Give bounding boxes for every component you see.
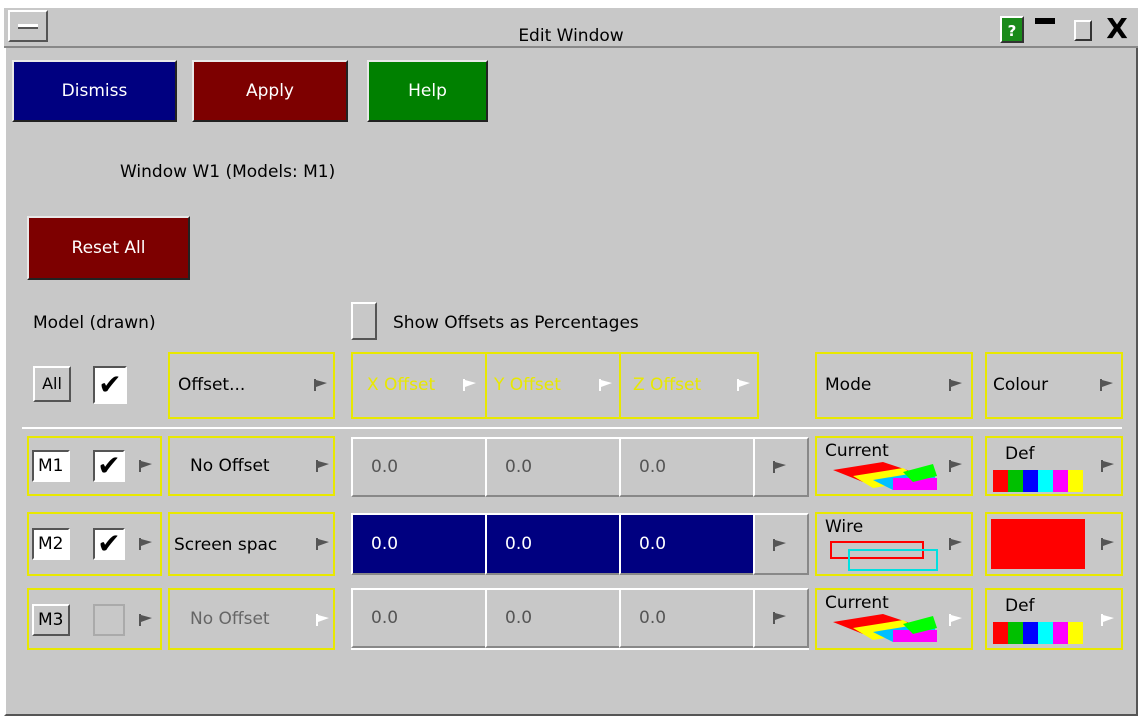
colour-swatch <box>993 622 1083 644</box>
model-row-m2-select[interactable]: M2 ✔ <box>27 512 162 576</box>
system-menu-button[interactable] <box>8 10 48 42</box>
model-name[interactable]: M1 <box>32 450 70 482</box>
mode-dropdown[interactable]: Wire <box>815 512 973 576</box>
x-offset-input[interactable]: 0.0 <box>351 437 487 497</box>
flag-arrow-icon <box>463 379 476 391</box>
show-offsets-toggle[interactable] <box>351 302 377 340</box>
flag-arrow-icon <box>314 379 327 391</box>
flag-arrow-icon <box>773 539 786 551</box>
title-bar: Edit Window <box>4 8 1138 48</box>
y-offset-input[interactable]: 0.0 <box>485 513 621 575</box>
flag-arrow-icon <box>599 379 612 391</box>
maximize-icon[interactable] <box>1068 16 1098 43</box>
offset-type-label: Offset... <box>178 375 246 395</box>
model-row-m3-select[interactable]: M3 <box>27 588 162 650</box>
model-name[interactable]: M3 <box>32 604 70 636</box>
model-drawn-checkbox[interactable]: ✔ <box>93 450 125 482</box>
flag-arrow-icon <box>139 538 152 550</box>
flag-arrow-icon <box>949 379 962 391</box>
all-models-button[interactable]: All <box>33 366 71 402</box>
colour-swatch <box>993 470 1083 492</box>
model-row-m1-select[interactable]: M1 ✔ <box>27 436 162 496</box>
flag-arrow-icon <box>1101 614 1114 626</box>
flag-arrow-icon <box>949 538 962 550</box>
model-drawn-checkbox[interactable] <box>93 604 125 636</box>
wire-mode-icon <box>830 541 938 571</box>
mode-value: Wire <box>825 517 864 537</box>
close-icon[interactable]: X <box>1102 14 1132 44</box>
colour-value: Def <box>1005 596 1035 616</box>
row-underline <box>351 648 809 650</box>
mode-dropdown[interactable]: Current <box>815 588 973 650</box>
offset-type-value: No Offset <box>190 609 270 629</box>
flag-arrow-icon <box>316 460 329 472</box>
flag-arrow-icon <box>139 614 152 626</box>
flag-arrow-icon <box>316 614 329 626</box>
x-offset-header[interactable]: X Offset <box>351 352 487 419</box>
x-offset-input[interactable]: 0.0 <box>351 513 487 575</box>
colour-dropdown[interactable] <box>985 512 1123 576</box>
flag-arrow-icon <box>773 612 786 624</box>
x-offset-input[interactable]: 0.0 <box>351 588 487 648</box>
header-separator <box>22 427 1122 429</box>
flag-arrow-icon <box>1101 460 1114 472</box>
offset-type-menu[interactable]: Offset... <box>168 352 335 419</box>
flag-arrow-icon <box>1100 379 1113 391</box>
z-offset-input[interactable]: 0.0 <box>619 588 755 648</box>
offset-type-dropdown[interactable]: No Offset <box>168 436 335 496</box>
all-models-checkbox[interactable]: ✔ <box>93 366 127 404</box>
minimize-icon[interactable] <box>1030 16 1060 43</box>
y-offset-input[interactable]: 0.0 <box>485 437 621 497</box>
show-offsets-label: Show Offsets as Percentages <box>393 313 639 333</box>
model-name[interactable]: M2 <box>32 528 70 560</box>
offset-menu-cell[interactable] <box>753 588 809 648</box>
mode-value: Current <box>825 441 889 461</box>
colour-header-label: Colour <box>993 375 1049 395</box>
z-offset-input[interactable]: 0.0 <box>619 513 755 575</box>
model-drawn-checkbox[interactable]: ✔ <box>93 528 125 560</box>
offset-type-dropdown[interactable]: Screen spac <box>168 512 335 576</box>
z-offset-header-label: Z Offset <box>633 375 702 395</box>
offset-type-dropdown[interactable]: No Offset <box>168 588 335 650</box>
offset-menu-cell[interactable] <box>753 513 809 575</box>
z-offset-input[interactable]: 0.0 <box>619 437 755 497</box>
help-button[interactable]: Help <box>367 60 488 122</box>
offset-menu-cell[interactable] <box>753 437 809 497</box>
flag-arrow-icon <box>139 460 152 472</box>
mode-dropdown[interactable]: Current <box>815 436 973 496</box>
mode-value: Current <box>825 593 889 613</box>
window-title: Edit Window <box>518 26 624 46</box>
reset-all-button[interactable]: Reset All <box>27 216 190 280</box>
y-offset-header-label: Y Offset <box>494 375 561 395</box>
y-offset-input[interactable]: 0.0 <box>485 588 621 648</box>
window-info-label: Window W1 (Models: M1) <box>120 162 336 182</box>
flag-arrow-icon <box>1101 538 1114 550</box>
offset-type-value: No Offset <box>190 456 270 476</box>
model-drawn-label: Model (drawn) <box>33 313 156 333</box>
mode-header-menu[interactable]: Mode <box>815 352 973 419</box>
dismiss-button[interactable]: Dismiss <box>12 60 177 122</box>
current-mode-icon <box>833 462 937 490</box>
flag-arrow-icon <box>949 614 962 626</box>
colour-swatch <box>991 519 1085 569</box>
flag-arrow-icon <box>949 460 962 472</box>
z-offset-header[interactable]: Z Offset <box>619 352 759 419</box>
current-mode-icon <box>833 614 937 642</box>
apply-button[interactable]: Apply <box>192 60 348 122</box>
y-offset-header[interactable]: Y Offset <box>485 352 621 419</box>
mode-header-label: Mode <box>825 375 872 395</box>
flag-arrow-icon <box>737 379 750 391</box>
colour-dropdown[interactable]: Def <box>985 588 1123 650</box>
colour-dropdown[interactable]: Def <box>985 436 1123 496</box>
flag-arrow-icon <box>773 461 786 473</box>
colour-header-menu[interactable]: Colour <box>985 352 1123 419</box>
help-icon[interactable]: ? <box>1000 16 1024 43</box>
offset-type-value: Screen spac <box>174 535 278 555</box>
x-offset-header-label: X Offset <box>367 375 436 395</box>
colour-value: Def <box>1005 444 1035 464</box>
flag-arrow-icon <box>316 538 329 550</box>
